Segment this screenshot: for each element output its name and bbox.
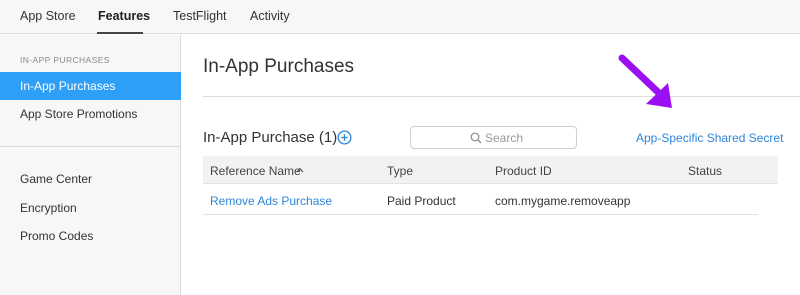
- sidebar-item-promo-codes[interactable]: Promo Codes: [0, 222, 181, 250]
- column-header-status[interactable]: Status: [688, 164, 722, 178]
- search-input[interactable]: [485, 130, 573, 146]
- column-header-type[interactable]: Type: [387, 164, 413, 178]
- header-divider: [203, 96, 800, 97]
- search-box: [410, 126, 577, 149]
- sidebar-item-app-store-promotions[interactable]: App Store Promotions: [0, 100, 181, 128]
- sidebar-section-title: IN-APP PURCHASES: [20, 55, 110, 65]
- sidebar-item-encryption[interactable]: Encryption: [0, 194, 181, 222]
- sort-ascending-icon[interactable]: [296, 167, 304, 173]
- tab-features[interactable]: Features: [98, 9, 150, 23]
- column-header-product-id[interactable]: Product ID: [495, 164, 552, 178]
- tab-app-store[interactable]: App Store: [20, 9, 76, 23]
- app-specific-shared-secret-link[interactable]: App-Specific Shared Secret: [636, 131, 783, 145]
- add-icon[interactable]: [337, 130, 352, 145]
- tab-activity[interactable]: Activity: [250, 9, 290, 23]
- page-title: In-App Purchases: [203, 56, 355, 77]
- active-tab-indicator: [97, 32, 143, 34]
- annotation-arrow-icon: [618, 54, 672, 108]
- sidebar-divider: [0, 146, 181, 147]
- section-title: In-App Purchase (1): [203, 129, 338, 146]
- cell-reference-name[interactable]: Remove Ads Purchase: [210, 194, 332, 208]
- sidebar-item-game-center[interactable]: Game Center: [0, 165, 181, 193]
- search-icon: [470, 132, 482, 144]
- sidebar-item-in-app-purchases[interactable]: In-App Purchases: [0, 72, 181, 100]
- sidebar: IN-APP PURCHASES In-App Purchases App St…: [0, 35, 181, 295]
- table-row[interactable]: Remove Ads Purchase Paid Product com.myg…: [203, 185, 758, 215]
- tab-testflight[interactable]: TestFlight: [173, 9, 227, 23]
- table-header: Reference Name Type Product ID Status: [203, 156, 778, 184]
- cell-product-id: com.mygame.removeapp: [495, 194, 631, 208]
- cell-type: Paid Product: [387, 194, 456, 208]
- top-navigation: App Store Features TestFlight Activity: [0, 0, 800, 34]
- column-header-reference-name[interactable]: Reference Name: [210, 164, 301, 178]
